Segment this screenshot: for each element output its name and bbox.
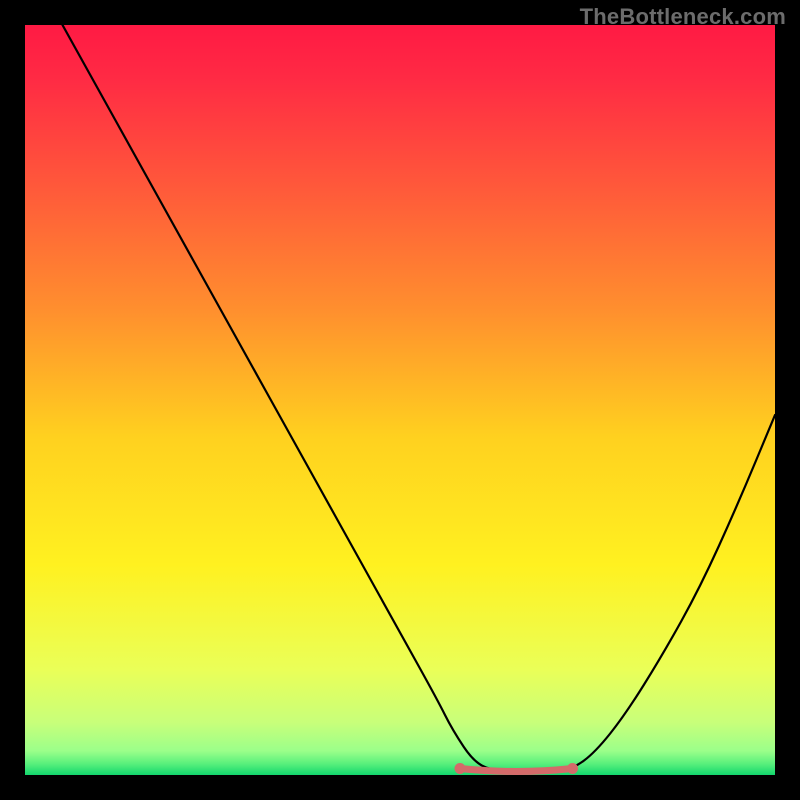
chart-frame: TheBottleneck.com (0, 0, 800, 800)
optimal-range-start-dot (455, 763, 466, 774)
optimal-range-end-dot (567, 763, 578, 774)
watermark-text: TheBottleneck.com (580, 4, 786, 30)
optimal-range-marker (460, 769, 573, 772)
plot-area (25, 25, 775, 775)
gradient-background (25, 25, 775, 775)
chart-svg (25, 25, 775, 775)
